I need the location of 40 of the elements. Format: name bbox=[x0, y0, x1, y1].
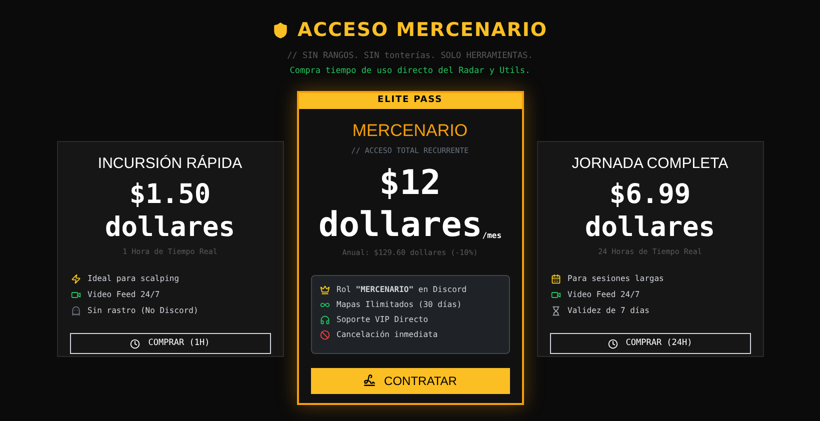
feature-text: Soporte VIP Directo bbox=[336, 314, 428, 326]
contratar-button[interactable]: CONTRATAR bbox=[310, 368, 510, 394]
video-camera-icon bbox=[550, 290, 560, 300]
price-unit: dollares bbox=[104, 214, 236, 241]
feature-text: Mapas Ilimitados (30 días) bbox=[336, 298, 462, 310]
page-title: ACCESO MERCENARIO bbox=[297, 18, 548, 43]
price-unit: dollares bbox=[318, 208, 482, 242]
price-period: /mes bbox=[482, 230, 502, 242]
calendar-icon bbox=[550, 274, 560, 284]
feature-text: Rol "MERCENARIO" en Discord bbox=[336, 284, 467, 296]
ban-icon bbox=[320, 330, 330, 340]
headset-icon bbox=[320, 314, 330, 324]
feature-text: Ideal para scalping bbox=[88, 273, 180, 286]
ghost-icon bbox=[70, 306, 80, 316]
plan-name: INCURSIÓN RÁPIDA bbox=[98, 156, 242, 171]
clock-icon bbox=[130, 338, 140, 349]
feature-text: Video Feed 24/7 bbox=[88, 289, 160, 302]
feature-text: Para sesiones largas bbox=[568, 273, 664, 286]
plan-price: $1.50 bbox=[129, 181, 211, 208]
feature-text: Validez de 7 días bbox=[568, 305, 650, 318]
tagline: // SIN RANGOS. SIN tonterías. SOLO HERRAMIENTAS. bbox=[287, 50, 533, 62]
feature-text: Cancelación inmediata bbox=[336, 328, 438, 340]
crown-icon bbox=[320, 284, 330, 294]
shield-icon bbox=[272, 20, 290, 40]
bolt-icon bbox=[70, 274, 80, 284]
subtitle: Compra tiempo de uso directo del Radar y Utils. bbox=[290, 65, 530, 78]
price-unit: dollares bbox=[584, 214, 716, 241]
plan-price: $12 bbox=[379, 166, 441, 200]
hourglass-icon bbox=[550, 306, 560, 316]
video-camera-icon bbox=[70, 290, 80, 300]
clock-icon bbox=[608, 338, 618, 349]
plan-badge: ELITE PASS bbox=[298, 93, 522, 109]
buy-button[interactable]: COMPRAR (1H) bbox=[70, 333, 270, 354]
feature-text: Video Feed 24/7 bbox=[568, 289, 640, 302]
buy-button[interactable]: COMPRAR (24H) bbox=[550, 333, 750, 354]
plan-name: JORNADA COMPLETA bbox=[572, 156, 728, 171]
signature-icon bbox=[363, 374, 376, 387]
plan-name: MERCENARIO bbox=[352, 122, 468, 139]
feature-text: Sin rastro (No Discord) bbox=[88, 305, 198, 318]
plan-price: $6.99 bbox=[609, 181, 691, 208]
